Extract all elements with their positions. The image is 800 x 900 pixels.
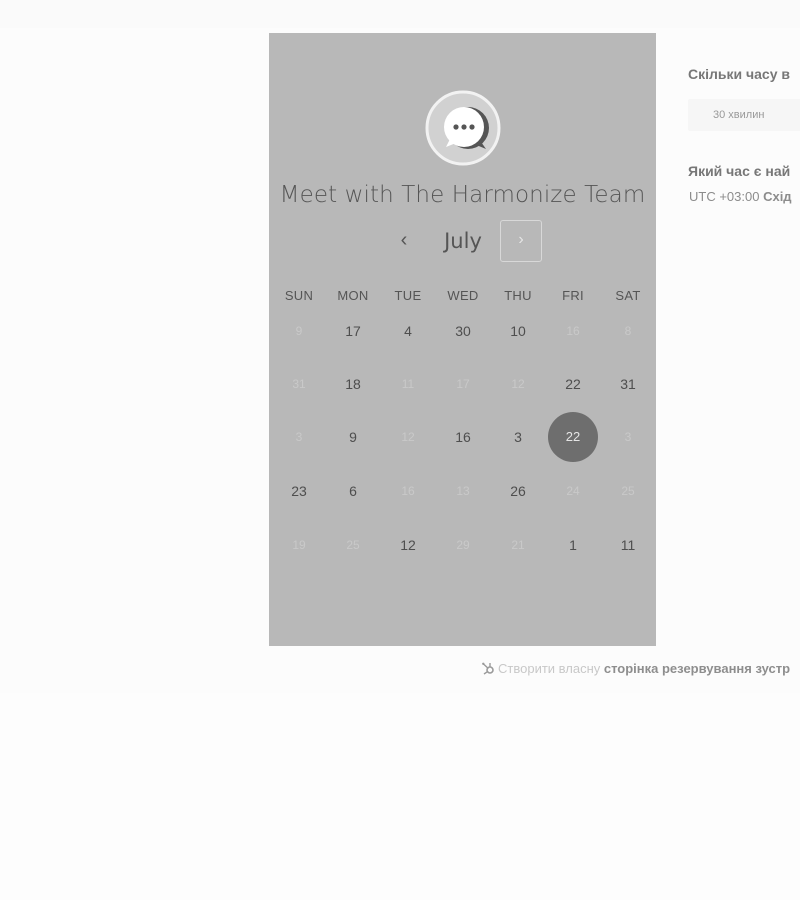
calendar-day: 12 — [401, 430, 415, 444]
top-bar — [0, 0, 800, 29]
calendar-day[interactable]: 4 — [383, 306, 433, 356]
calendar-day: 8 — [624, 324, 632, 338]
calendar-day[interactable]: 26 — [493, 466, 543, 516]
weekday-header: SAT — [615, 288, 641, 303]
calendar-day: 19 — [292, 538, 306, 552]
calendar-day: 21 — [511, 538, 525, 552]
weekday-header: WED — [447, 288, 479, 303]
calendar-day: 9 — [295, 324, 303, 338]
time-heading: Який час є най — [688, 163, 791, 179]
calendar-day: 12 — [511, 377, 525, 391]
calendar-day-selected[interactable]: 22 — [548, 412, 598, 462]
calendar-day[interactable]: 30 — [438, 306, 488, 356]
calendar-day[interactable]: 6 — [328, 466, 378, 516]
timezone-offset: UTC +03:00 — [689, 189, 764, 204]
calendar-day: 3 — [295, 430, 303, 444]
calendar-day[interactable]: 31 — [603, 359, 653, 409]
weekday-header: FRI — [562, 288, 584, 303]
weekday-header: SUN — [284, 288, 314, 303]
calendar-day: 11 — [401, 377, 415, 391]
calendar-day[interactable]: 3 — [493, 412, 543, 462]
calendar-day: 3 — [624, 430, 632, 444]
calendar-day: 24 — [566, 484, 580, 498]
hubspot-sprocket-icon — [482, 662, 494, 675]
calendar-day[interactable]: 22 — [548, 359, 598, 409]
previous-month-button[interactable]: ‹ — [394, 229, 414, 253]
calendar-day[interactable]: 23 — [274, 466, 324, 516]
calendar-day[interactable]: 16 — [438, 412, 488, 462]
next-month-button[interactable]: › — [500, 220, 542, 262]
meeting-title: Meet with The Harmonize Team — [279, 182, 646, 208]
calendar-day[interactable]: 12 — [383, 520, 433, 570]
calendar-day: 25 — [346, 538, 360, 552]
calendar-day: 29 — [456, 538, 470, 552]
calendar-day[interactable]: 1 — [548, 520, 598, 570]
calendar-day[interactable]: 18 — [328, 359, 378, 409]
calendar-day[interactable]: 17 — [328, 306, 378, 356]
footer-text: Створити власну — [498, 661, 604, 676]
calendar-day: 13 — [456, 484, 470, 498]
calendar-day: 31 — [292, 377, 306, 391]
footer: Створити власну сторінка резервування зу… — [481, 661, 790, 676]
duration-heading: Скільки часу в — [688, 66, 790, 82]
duration-option-30[interactable]: 30 хвилин — [688, 99, 800, 131]
calendar-day: 17 — [456, 377, 470, 391]
timezone-name: Схід — [763, 189, 792, 204]
weekday-header: TUE — [394, 288, 422, 303]
timezone-selector[interactable]: UTC +03:00 Схід — [689, 189, 792, 204]
month-label: July — [444, 229, 482, 253]
weekday-header: THU — [504, 288, 532, 303]
calendar-day[interactable]: 11 — [603, 520, 653, 570]
calendar-day: 16 — [401, 484, 415, 498]
calendar-day[interactable]: 10 — [493, 306, 543, 356]
footer-link[interactable]: сторінка резервування зустр — [604, 661, 790, 676]
weekday-header: MON — [337, 288, 369, 303]
calendar-day[interactable]: 9 — [328, 412, 378, 462]
chat-bubble-icon — [425, 90, 501, 166]
calendar-day: 16 — [566, 324, 580, 338]
calendar-day: 25 — [621, 484, 635, 498]
